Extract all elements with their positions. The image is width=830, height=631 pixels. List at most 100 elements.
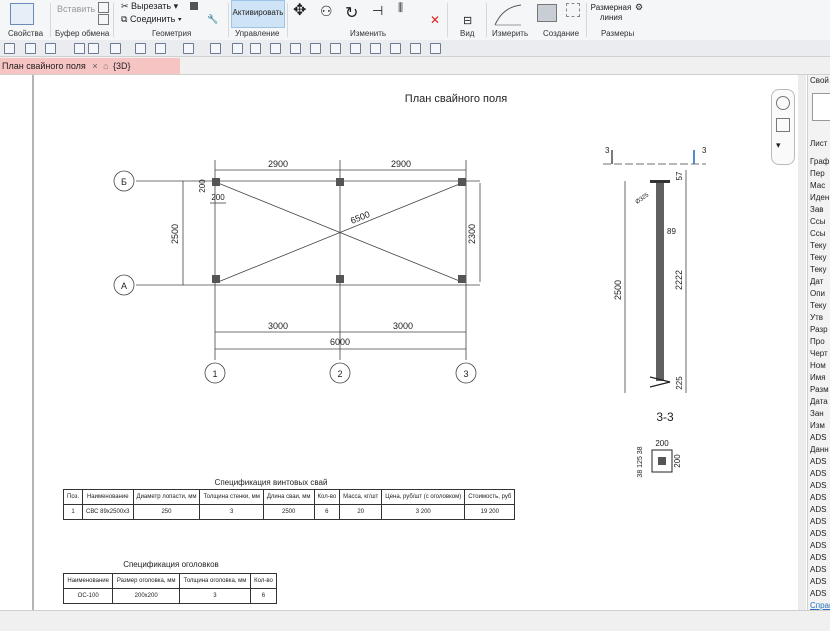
- grid-icon[interactable]: [410, 43, 421, 54]
- property-row-label[interactable]: ADS: [810, 469, 830, 478]
- copy-elements-icon[interactable]: ⚇: [320, 3, 336, 19]
- spec-caps-table: Наименование Размер оголовка, мм Толщина о…: [62, 573, 278, 604]
- property-row-label[interactable]: Про: [810, 337, 830, 346]
- divider: [50, 3, 51, 37]
- thin-lines-icon[interactable]: [310, 43, 321, 54]
- property-row-label[interactable]: Изм: [810, 421, 830, 430]
- properties-button[interactable]: Свойства: [8, 29, 43, 38]
- property-row-label[interactable]: Данн: [810, 445, 830, 454]
- dimension-line-button[interactable]: Размерная линия: [590, 3, 632, 23]
- type-selector-icon[interactable]: [812, 93, 830, 121]
- home-icon[interactable]: ⌂: [103, 61, 108, 71]
- tab-3d-label[interactable]: {3D}: [113, 61, 131, 71]
- property-row-label[interactable]: ADS: [810, 553, 830, 562]
- dimension-icon[interactable]: [155, 43, 166, 54]
- measure-tool-icon[interactable]: [110, 43, 121, 54]
- settings-icon[interactable]: [4, 43, 15, 54]
- property-row-label[interactable]: ADS: [810, 529, 830, 538]
- section-icon[interactable]: [250, 43, 261, 54]
- cut-button[interactable]: ✂ Вырезать ▾: [121, 1, 178, 12]
- hide-icon[interactable]: ⊟: [463, 14, 479, 30]
- property-row-label[interactable]: Иден: [810, 193, 830, 202]
- tile-icon[interactable]: [330, 43, 341, 54]
- align-icon[interactable]: [135, 43, 146, 54]
- property-row-label[interactable]: ADS: [810, 457, 830, 466]
- dimension-settings-icon[interactable]: ⚙: [635, 2, 651, 18]
- component-icon[interactable]: [537, 4, 557, 22]
- paste-button[interactable]: Вставить: [57, 4, 95, 14]
- property-row-label[interactable]: ADS: [810, 481, 830, 490]
- property-row-label[interactable]: Дат: [810, 277, 830, 286]
- properties-icon[interactable]: [10, 3, 34, 25]
- help-link[interactable]: Справ: [810, 601, 830, 610]
- nav-chevron-icon[interactable]: ▾: [776, 140, 781, 151]
- property-row-label[interactable]: ADS: [810, 577, 830, 586]
- switch-windows-icon[interactable]: [290, 43, 301, 54]
- property-row-label[interactable]: Черт: [810, 349, 830, 358]
- property-row-label[interactable]: Ссы: [810, 217, 830, 226]
- delete-icon[interactable]: ✕: [430, 13, 446, 29]
- print-icon[interactable]: [74, 43, 85, 54]
- property-row-label[interactable]: ADS: [810, 517, 830, 526]
- drawing-canvas[interactable]: План свайного поля Б А 1 2 3 6500 2900 2…: [0, 75, 802, 610]
- zoom-icon[interactable]: [776, 118, 790, 132]
- property-row-label[interactable]: Зан: [810, 409, 830, 418]
- property-row-label[interactable]: Теку: [810, 241, 830, 250]
- section-title: 3-3: [656, 410, 674, 424]
- options-icon[interactable]: [430, 43, 441, 54]
- join-button[interactable]: ⧉ Соединить ▾: [121, 14, 182, 25]
- property-row-label[interactable]: ADS: [810, 541, 830, 550]
- tag-icon[interactable]: [183, 43, 194, 54]
- property-row-label[interactable]: Мас: [810, 181, 830, 190]
- wrench-icon[interactable]: 🔧: [207, 14, 218, 24]
- move-icon[interactable]: ✥: [293, 3, 309, 19]
- group-icon[interactable]: [566, 3, 580, 17]
- property-row-label[interactable]: Разм: [810, 385, 830, 394]
- 3d-view-icon[interactable]: [232, 43, 243, 54]
- activate-button[interactable]: Активировать: [231, 0, 285, 28]
- property-row-label[interactable]: Опи: [810, 289, 830, 298]
- property-row-label[interactable]: ADS: [810, 505, 830, 514]
- property-row-label[interactable]: Утв: [810, 313, 830, 322]
- copy-icon[interactable]: [98, 2, 109, 13]
- property-row-label[interactable]: Зав: [810, 205, 830, 214]
- workset-icon[interactable]: [390, 43, 401, 54]
- rotate-icon[interactable]: ↻: [345, 3, 361, 22]
- filter-icon[interactable]: [350, 43, 361, 54]
- property-row-label[interactable]: Теку: [810, 253, 830, 262]
- geometry-tool-icon[interactable]: [190, 2, 198, 10]
- property-row-label[interactable]: Граф: [810, 157, 830, 166]
- pile-marker: [212, 275, 220, 283]
- close-hidden-icon[interactable]: [270, 43, 281, 54]
- measure-icon[interactable]: [493, 3, 525, 27]
- property-row-label[interactable]: Ссы: [810, 229, 830, 238]
- navigation-bar: ▾: [771, 89, 795, 165]
- vertical-scrollbar[interactable]: [798, 75, 806, 610]
- sheets-dropdown[interactable]: Лист: [810, 139, 830, 148]
- cap-detail-pile: [658, 457, 666, 465]
- trim-icon[interactable]: ⊣: [372, 3, 388, 19]
- property-row-label[interactable]: ADS: [810, 565, 830, 574]
- dim-cap-right: 200: [673, 454, 682, 468]
- property-row-label[interactable]: ADS: [810, 493, 830, 502]
- clipboard-icon[interactable]: [98, 14, 109, 25]
- mirror-icon[interactable]: ⫼: [398, 2, 414, 18]
- tab-pile-plan[interactable]: План свайного поля × ⌂ {3D}: [0, 58, 180, 74]
- close-icon[interactable]: ×: [92, 61, 97, 71]
- property-row-label[interactable]: Дата: [810, 397, 830, 406]
- property-row-label[interactable]: ADS: [810, 433, 830, 442]
- property-row-label[interactable]: Пер: [810, 169, 830, 178]
- text-icon[interactable]: [210, 43, 221, 54]
- property-row-label[interactable]: Теку: [810, 265, 830, 274]
- property-row-label[interactable]: Теку: [810, 301, 830, 310]
- property-row-label[interactable]: Разр: [810, 325, 830, 334]
- steering-wheel-icon[interactable]: [776, 96, 790, 110]
- property-row-label[interactable]: Имя: [810, 373, 830, 382]
- snap-icon[interactable]: [370, 43, 381, 54]
- property-row-label[interactable]: ADS: [810, 589, 830, 598]
- dim-200-left: 200: [211, 193, 225, 202]
- save-icon[interactable]: [88, 43, 99, 54]
- property-row-label[interactable]: Ном: [810, 361, 830, 370]
- redo-icon[interactable]: [45, 43, 56, 54]
- undo-icon[interactable]: [25, 43, 36, 54]
